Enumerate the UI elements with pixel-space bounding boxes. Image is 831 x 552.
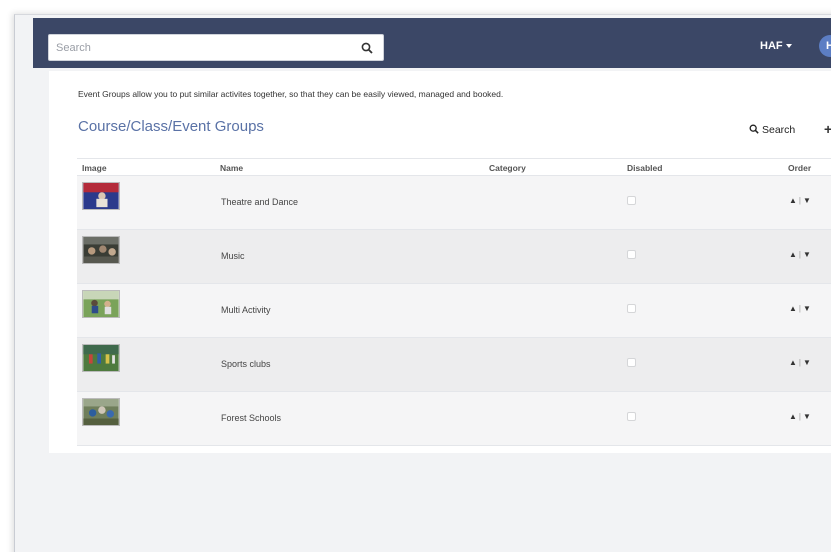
order-controls: ▲ | ▼ xyxy=(789,358,811,367)
intro-text: Event Groups allow you to put similar ac… xyxy=(78,89,504,99)
move-up-icon[interactable]: ▲ xyxy=(789,412,797,421)
move-up-icon[interactable]: ▲ xyxy=(789,304,797,313)
order-separator: | xyxy=(798,358,801,367)
add-icon[interactable]: + xyxy=(824,121,831,137)
order-separator: | xyxy=(798,412,801,421)
column-header-image: Image xyxy=(82,163,107,173)
order-controls: ▲ | ▼ xyxy=(789,412,811,421)
disabled-checkbox[interactable] xyxy=(627,196,636,205)
move-up-icon[interactable]: ▲ xyxy=(789,250,797,259)
search-input[interactable] xyxy=(49,35,349,60)
group-name: Sports clubs xyxy=(221,359,271,369)
table-row[interactable]: Forest Schools ▲ | ▼ xyxy=(77,392,831,446)
column-header-disabled[interactable]: Disabled xyxy=(627,163,662,173)
column-header-category[interactable]: Category xyxy=(489,163,526,173)
disabled-checkbox[interactable] xyxy=(627,358,636,367)
order-separator: | xyxy=(798,250,801,259)
column-header-name[interactable]: Name xyxy=(220,163,243,173)
order-controls: ▲ | ▼ xyxy=(789,304,811,313)
table-row[interactable]: Sports clubs ▲ | ▼ xyxy=(77,338,831,392)
move-down-icon[interactable]: ▼ xyxy=(803,250,811,259)
top-navigation-bar: HAF H xyxy=(33,18,831,68)
table-row[interactable]: Theatre and Dance ▲ | ▼ xyxy=(77,176,831,230)
search-icon[interactable] xyxy=(361,41,375,55)
music-thumbnail xyxy=(82,236,120,264)
disabled-checkbox[interactable] xyxy=(627,304,636,313)
group-name: Music xyxy=(221,251,245,261)
table-header: Image Name Category Disabled Order xyxy=(77,158,831,176)
account-label: HAF xyxy=(760,40,783,52)
disabled-checkbox[interactable] xyxy=(627,250,636,259)
order-separator: | xyxy=(798,196,801,205)
global-search xyxy=(48,34,384,61)
move-down-icon[interactable]: ▼ xyxy=(803,358,811,367)
disabled-checkbox[interactable] xyxy=(627,412,636,421)
table-row[interactable]: Multi Activity ▲ | ▼ xyxy=(77,284,831,338)
theatre-dance-thumbnail xyxy=(82,182,120,210)
move-down-icon[interactable]: ▼ xyxy=(803,412,811,421)
event-groups-table: Image Name Category Disabled Order Theat… xyxy=(77,158,831,446)
account-menu[interactable]: HAF xyxy=(760,40,792,52)
move-down-icon[interactable]: ▼ xyxy=(803,304,811,313)
multi-activity-thumbnail xyxy=(82,290,120,318)
order-controls: ▲ | ▼ xyxy=(789,196,811,205)
group-name: Theatre and Dance xyxy=(221,197,299,207)
group-name: Forest Schools xyxy=(221,413,282,423)
table-row[interactable]: Music ▲ | ▼ xyxy=(77,230,831,284)
move-down-icon[interactable]: ▼ xyxy=(803,196,811,205)
page-title: Course/Class/Event Groups xyxy=(78,118,264,135)
table-search-button[interactable]: Search xyxy=(749,124,795,136)
move-up-icon[interactable]: ▲ xyxy=(789,196,797,205)
order-controls: ▲ | ▼ xyxy=(789,250,811,259)
order-separator: | xyxy=(798,304,801,313)
avatar[interactable]: H xyxy=(819,35,831,57)
group-name: Multi Activity xyxy=(221,305,271,315)
sports-clubs-thumbnail xyxy=(82,344,120,372)
caret-down-icon xyxy=(785,44,792,49)
content-card: Event Groups allow you to put similar ac… xyxy=(49,71,831,453)
search-icon xyxy=(749,124,759,134)
forest-schools-thumbnail xyxy=(82,398,120,426)
column-header-order[interactable]: Order xyxy=(788,163,811,173)
search-label: Search xyxy=(762,124,796,136)
move-up-icon[interactable]: ▲ xyxy=(789,358,797,367)
